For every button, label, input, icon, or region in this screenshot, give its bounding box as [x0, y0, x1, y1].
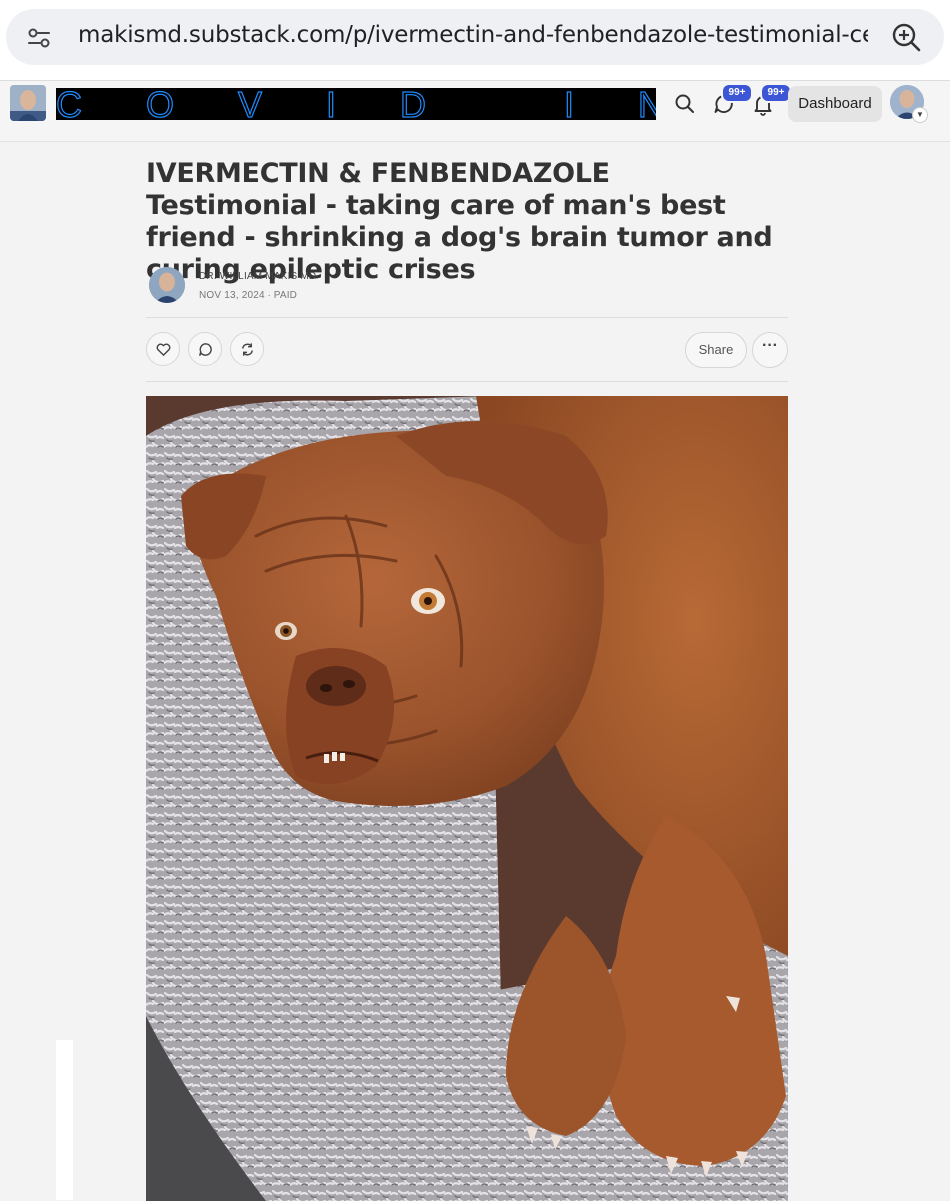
- hero-image[interactable]: [146, 396, 788, 1201]
- publication-banner[interactable]: COVID INTE: [56, 88, 656, 120]
- comment-button[interactable]: [188, 332, 222, 366]
- chat-bubble-icon[interactable]: 99+: [711, 83, 753, 117]
- author-name[interactable]: DR. WILLIAM MAKIS MD: [199, 271, 316, 282]
- banner-text: COVID INTE: [56, 88, 656, 120]
- divider: [146, 381, 788, 382]
- chat-badge: 99+: [721, 83, 753, 103]
- restack-button[interactable]: [230, 332, 264, 366]
- share-button[interactable]: Share: [685, 332, 747, 368]
- post-meta: NOV 13, 2024 ∙ PAID: [199, 290, 298, 301]
- url-text[interactable]: makismd.substack.com/p/ivermectin-and-fe…: [78, 22, 868, 48]
- heart-icon: [156, 343, 171, 356]
- restack-icon: [242, 343, 253, 356]
- site-header: COVID INTE 99+ 99+ Dashboard ▼: [0, 81, 950, 142]
- author-avatar[interactable]: [149, 267, 185, 303]
- browser-toolbar: makismd.substack.com/p/ivermectin-and-fe…: [0, 0, 950, 80]
- like-button[interactable]: [146, 332, 180, 366]
- tune-icon[interactable]: [26, 25, 52, 51]
- more-options-button[interactable]: ···: [752, 332, 788, 368]
- dog-photo: [146, 396, 788, 1201]
- address-bar[interactable]: makismd.substack.com/p/ivermectin-and-fe…: [6, 9, 944, 65]
- page-edge-strip: [56, 1040, 73, 1200]
- search-icon[interactable]: [672, 91, 698, 117]
- bell-icon[interactable]: 99+: [750, 83, 792, 117]
- publication-avatar[interactable]: [10, 85, 46, 121]
- comment-icon: [199, 343, 212, 356]
- post-title: IVERMECTIN & FENBENDAZOLE Testimonial - …: [146, 158, 773, 285]
- dashboard-button[interactable]: Dashboard: [788, 86, 882, 122]
- divider: [146, 317, 788, 318]
- zoom-in-icon[interactable]: [890, 21, 922, 53]
- chevron-down-icon[interactable]: ▼: [912, 107, 928, 123]
